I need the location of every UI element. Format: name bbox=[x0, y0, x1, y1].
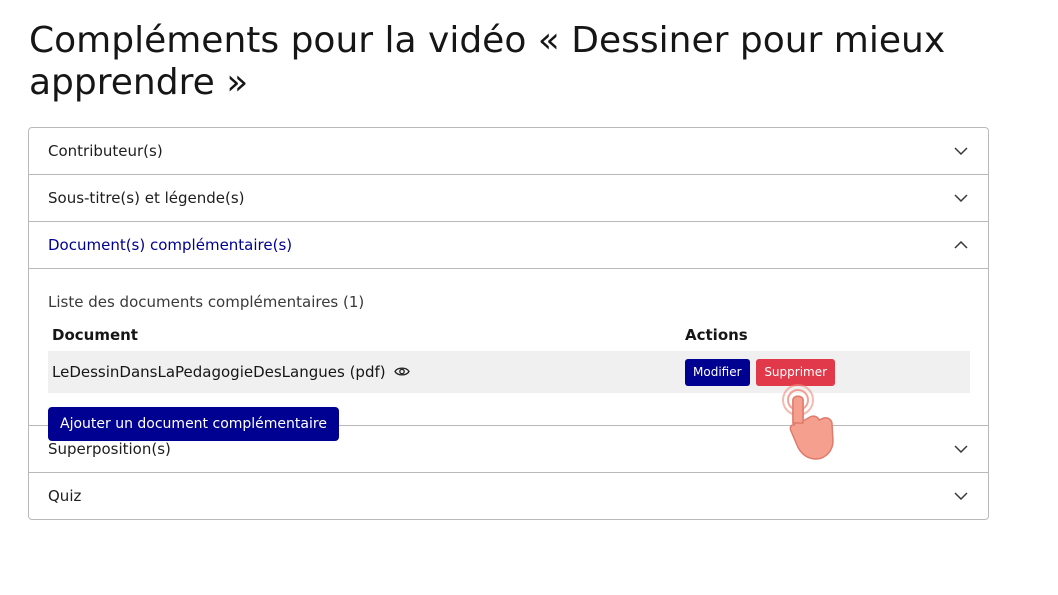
chevron-up-icon bbox=[954, 241, 968, 249]
page-title: Compléments pour la vidéo « Dessiner pou… bbox=[29, 20, 946, 103]
table-header-row: Document Actions bbox=[48, 325, 970, 351]
accordion-header-subtitles[interactable]: Sous-titre(s) et légende(s) bbox=[29, 175, 988, 221]
table-row: LeDessinDansLaPedagogieDesLangues (pdf) … bbox=[48, 351, 970, 393]
accordion-item-overlays: Superposition(s) bbox=[29, 425, 988, 472]
chevron-down-icon bbox=[954, 445, 968, 453]
accordion-item-quiz: Quiz bbox=[29, 472, 988, 519]
accordion-item-documents: Document(s) complémentaire(s) Liste des … bbox=[29, 221, 988, 441]
eye-icon[interactable] bbox=[394, 366, 411, 377]
documents-list-caption: Liste des documents complémentaires (1) bbox=[48, 293, 365, 311]
accordion-item-contributors: Contributeur(s) bbox=[29, 128, 988, 174]
modify-button[interactable]: Modifier bbox=[685, 358, 750, 386]
accordion-label-quiz: Quiz bbox=[48, 487, 82, 505]
accordion-label-overlays: Superposition(s) bbox=[48, 440, 171, 458]
accordion-label-documents: Document(s) complémentaire(s) bbox=[48, 236, 293, 254]
accordion-label-subtitles: Sous-titre(s) et légende(s) bbox=[48, 189, 245, 207]
accordion-header-documents[interactable]: Document(s) complémentaire(s) bbox=[29, 222, 988, 269]
document-name: LeDessinDansLaPedagogieDesLangues (pdf) bbox=[52, 363, 386, 381]
chevron-down-icon bbox=[954, 492, 968, 500]
column-header-document: Document bbox=[52, 326, 138, 344]
accordion-item-subtitles: Sous-titre(s) et légende(s) bbox=[29, 174, 988, 221]
accordion-header-overlays[interactable]: Superposition(s) bbox=[29, 426, 988, 472]
chevron-down-icon bbox=[954, 194, 968, 202]
documents-panel: Liste des documents complémentaires (1) … bbox=[29, 269, 988, 441]
accordion-label-contributors: Contributeur(s) bbox=[48, 142, 163, 160]
document-cell: LeDessinDansLaPedagogieDesLangues (pdf) bbox=[48, 351, 681, 393]
documents-table: Document Actions LeDessinDansLaPedagogie… bbox=[48, 325, 970, 393]
accordion-header-contributors[interactable]: Contributeur(s) bbox=[29, 128, 988, 174]
chevron-down-icon bbox=[954, 147, 968, 155]
column-header-actions: Actions bbox=[685, 326, 748, 344]
actions-cell: Modifier Supprimer bbox=[681, 351, 970, 393]
delete-button[interactable]: Supprimer bbox=[756, 358, 836, 386]
accordion-header-quiz[interactable]: Quiz bbox=[29, 473, 988, 519]
accordion: Contributeur(s) Sous-titre(s) et légende… bbox=[28, 127, 989, 520]
